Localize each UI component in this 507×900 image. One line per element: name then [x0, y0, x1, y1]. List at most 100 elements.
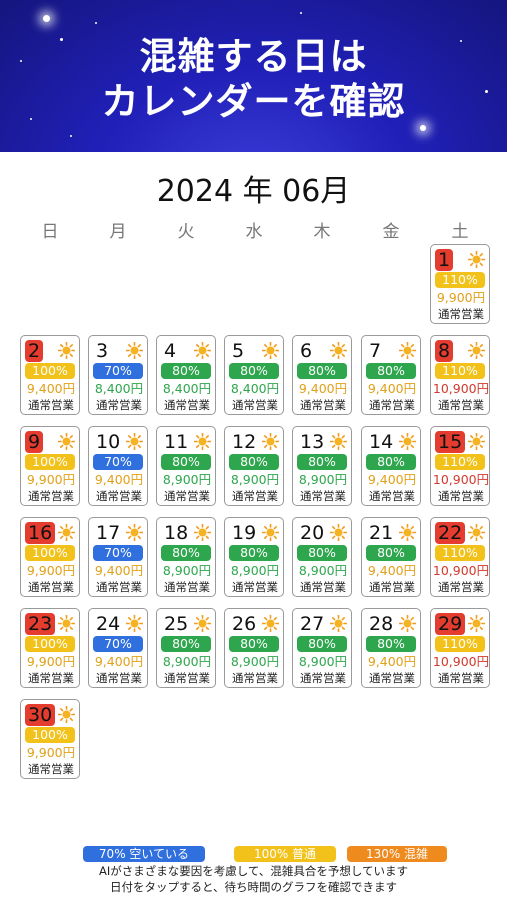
congestion-badge: 80% [229, 363, 279, 379]
day-number: 14 [369, 431, 394, 453]
ticket-price: 9,400円 [298, 381, 348, 396]
ticket-price: 8,900円 [230, 563, 280, 578]
star-decoration [420, 125, 426, 131]
sun-icon [57, 523, 76, 542]
day-number: 20 [300, 522, 325, 544]
congestion-badge: 80% [161, 545, 211, 561]
sun-icon [329, 432, 348, 451]
business-status: 通常営業 [164, 489, 210, 503]
business-status: 通常営業 [300, 580, 346, 594]
calendar-day-cell[interactable]: 30 100% 9,900円 通常営業 [20, 699, 80, 779]
ticket-price: 10,900円 [432, 563, 490, 578]
calendar-day-cell[interactable]: 29 110% 10,900円 通常営業 [430, 608, 490, 688]
business-status: 通常営業 [96, 398, 142, 412]
ticket-price: 8,900円 [162, 563, 212, 578]
calendar-day-cell[interactable]: 27 80% 8,900円 通常営業 [292, 608, 352, 688]
sun-icon [467, 341, 486, 360]
month-title: 2024 年 06月 [156, 174, 351, 209]
calendar-day-cell[interactable]: 7 80% 9,400円 通常営業 [361, 335, 421, 415]
calendar-day-cell[interactable]: 13 80% 8,900円 通常営業 [292, 426, 352, 506]
business-status: 通常営業 [438, 580, 484, 594]
calendar-day-cell[interactable]: 1 110% 9,900円 通常営業 [430, 244, 490, 324]
ticket-price: 8,900円 [298, 563, 348, 578]
sun-icon [125, 523, 144, 542]
calendar-day-cell[interactable]: 11 80% 8,900円 通常営業 [156, 426, 216, 506]
business-status: 通常営業 [164, 671, 210, 685]
sun-icon [467, 432, 486, 451]
business-status: 通常営業 [28, 489, 74, 503]
business-status: 通常営業 [369, 398, 415, 412]
business-status: 通常営業 [164, 580, 210, 594]
congestion-badge: 110% [435, 454, 485, 470]
congestion-badge: 80% [229, 454, 279, 470]
calendar-day-cell[interactable]: 28 80% 9,400円 通常営業 [361, 608, 421, 688]
day-number: 17 [96, 522, 121, 544]
calendar-day-cell[interactable]: 12 80% 8,900円 通常営業 [224, 426, 284, 506]
ticket-price: 9,900円 [26, 472, 76, 487]
day-number: 22 [435, 522, 466, 544]
business-status: 通常営業 [96, 580, 142, 594]
calendar-day-cell[interactable]: 20 80% 8,900円 通常営業 [292, 517, 352, 597]
calendar-day-cell[interactable]: 6 80% 9,400円 通常営業 [292, 335, 352, 415]
day-number: 13 [300, 431, 325, 453]
calendar-day-cell[interactable]: 22 110% 10,900円 通常営業 [430, 517, 490, 597]
calendar-day-cell[interactable]: 16 100% 9,900円 通常営業 [20, 517, 80, 597]
congestion-badge: 80% [161, 636, 211, 652]
sun-icon [125, 341, 144, 360]
calendar-day-cell[interactable]: 26 80% 8,900円 通常営業 [224, 608, 284, 688]
calendar-day-cell[interactable]: 5 80% 8,400円 通常営業 [224, 335, 284, 415]
legend-item: 100% 普通 [234, 846, 336, 862]
day-number: 15 [435, 431, 466, 453]
sun-icon [261, 341, 280, 360]
banner-title-line2: カレンダーを確認 [101, 80, 406, 123]
star-decoration [95, 22, 97, 24]
congestion-badge: 70% [93, 454, 143, 470]
business-status: 通常営業 [28, 398, 74, 412]
sun-icon [57, 432, 76, 451]
business-status: 通常営業 [438, 307, 484, 321]
day-number: 4 [164, 340, 177, 362]
calendar-day-cell[interactable]: 2 100% 9,400円 通常営業 [20, 335, 80, 415]
weekday-label: 木 [313, 222, 331, 242]
legend-item: 70% 空いている [83, 846, 205, 862]
calendar-day-cell[interactable]: 19 80% 8,900円 通常営業 [224, 517, 284, 597]
calendar-day-cell[interactable]: 4 80% 8,400円 通常営業 [156, 335, 216, 415]
business-status: 通常営業 [28, 671, 74, 685]
calendar-day-cell[interactable]: 14 80% 9,400円 通常営業 [361, 426, 421, 506]
business-status: 通常営業 [96, 489, 142, 503]
calendar-day-cell[interactable]: 18 80% 8,900円 通常営業 [156, 517, 216, 597]
ticket-price: 10,900円 [432, 654, 490, 669]
sun-icon [398, 341, 417, 360]
day-number: 21 [369, 522, 394, 544]
ticket-price: 8,900円 [162, 654, 212, 669]
calendar-day-cell[interactable]: 24 70% 9,400円 通常営業 [88, 608, 148, 688]
calendar-day-cell[interactable]: 3 70% 8,400円 通常営業 [88, 335, 148, 415]
day-number: 7 [369, 340, 382, 362]
day-number: 29 [435, 613, 466, 635]
calendar-day-cell[interactable]: 15 110% 10,900円 通常営業 [430, 426, 490, 506]
ticket-price: 8,400円 [94, 381, 144, 396]
calendar-day-cell[interactable]: 8 110% 10,900円 通常営業 [430, 335, 490, 415]
sun-icon [261, 432, 280, 451]
congestion-badge: 80% [229, 545, 279, 561]
banner-title-line1: 混雑する日は [139, 35, 368, 78]
ticket-price: 9,400円 [94, 563, 144, 578]
day-number: 16 [25, 522, 56, 544]
congestion-badge: 80% [297, 636, 347, 652]
sun-icon [193, 432, 212, 451]
calendar-day-cell[interactable]: 10 70% 9,400円 通常営業 [88, 426, 148, 506]
congestion-badge: 80% [297, 363, 347, 379]
congestion-badge: 100% [25, 545, 75, 561]
calendar-day-cell[interactable]: 9 100% 9,900円 通常営業 [20, 426, 80, 506]
calendar-day-cell[interactable]: 21 80% 9,400円 通常営業 [361, 517, 421, 597]
promo-banner: 混雑する日は カレンダーを確認 [0, 0, 507, 152]
congestion-badge: 80% [366, 454, 416, 470]
ticket-price: 10,900円 [432, 472, 490, 487]
day-number: 25 [164, 613, 189, 635]
calendar-day-cell[interactable]: 25 80% 8,900円 通常営業 [156, 608, 216, 688]
sun-icon [398, 523, 417, 542]
ticket-price: 8,900円 [230, 472, 280, 487]
calendar-day-cell[interactable]: 23 100% 9,900円 通常営業 [20, 608, 80, 688]
calendar-day-cell[interactable]: 17 70% 9,400円 通常営業 [88, 517, 148, 597]
congestion-badge: 80% [229, 636, 279, 652]
